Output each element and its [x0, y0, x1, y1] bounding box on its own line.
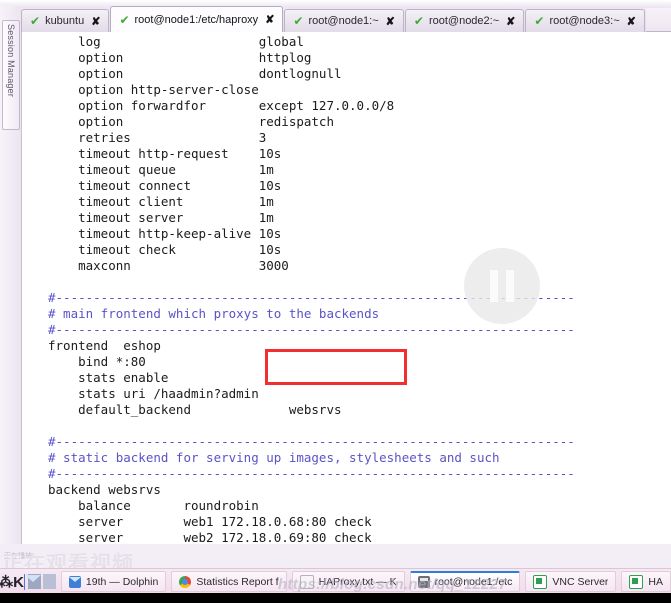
- tab-status-check-icon: ✔: [293, 14, 304, 28]
- terminal-view[interactable]: log global option httplog option dontlog…: [22, 32, 671, 544]
- taskbar-item-label: 19th — Dolphin: [85, 575, 159, 588]
- tab-close-icon[interactable]: ✘: [627, 15, 636, 28]
- vnc-icon: [533, 574, 548, 589]
- screen-bottom-border: [0, 593, 671, 603]
- terminal-tab-2[interactable]: ✔ root@node1:~ ✘: [284, 9, 404, 32]
- terminal-line: #---------------------------------------…: [48, 322, 575, 337]
- video-pause-overlay-icon[interactable]: [464, 248, 540, 324]
- terminal-line: option forwardfor except 127.0.0.0/8: [48, 98, 395, 113]
- terminal-line: server web1 172.18.0.68:80 check: [48, 514, 372, 529]
- terminal-line: # static backend for serving up images, …: [48, 450, 500, 465]
- session-manager-tab[interactable]: Session Manager: [2, 20, 20, 130]
- tab-bar: ✔ kubuntu ✘ ✔ root@node1:/etc/haproxy ✘ ✔ root@…: [21, 6, 671, 33]
- terminal-tab-1[interactable]: ✔ root@node1:/etc/haproxy ✘: [110, 6, 284, 32]
- tab-close-icon[interactable]: ✘: [91, 15, 100, 28]
- terminal-line: default_backend websrvs: [48, 402, 342, 417]
- terminal-line: timeout client 1m: [48, 194, 274, 209]
- taskbar-item-label: root@node1:/etc: [434, 576, 513, 588]
- terminal-line: timeout http-request 10s: [48, 146, 282, 161]
- tab-label: root@node1:/etc/haproxy: [134, 13, 259, 26]
- left-rail: Session Manager: [0, 6, 22, 544]
- terminal-line: timeout http-keep-alive 10s: [48, 226, 282, 241]
- terminal-line: retries 3: [48, 130, 267, 145]
- terminal-line: option httplog: [48, 50, 312, 65]
- terminal-line: #---------------------------------------…: [48, 466, 575, 481]
- chrome-icon: [179, 575, 192, 588]
- terminal-tab-4[interactable]: ✔ root@node3:~ ✘: [525, 9, 645, 32]
- red-highlight-annotation: [265, 349, 407, 385]
- terminal-line: timeout server 1m: [48, 210, 274, 225]
- tab-status-check-icon: ✔: [413, 14, 424, 28]
- folder-icon: [68, 575, 81, 588]
- mail-icon[interactable]: [24, 573, 40, 590]
- tab-status-check-icon: ✔: [119, 12, 130, 27]
- terminal-line: option dontlognull: [48, 66, 342, 81]
- terminal-icon: [417, 576, 430, 588]
- taskbar-item-label: VNC Server: [552, 575, 609, 588]
- tab-close-icon[interactable]: ✘: [265, 13, 274, 26]
- terminal-line: server web2 172.18.0.69:80 check: [48, 530, 372, 544]
- pager-desktop-2[interactable]: [42, 574, 56, 589]
- taskbar-item-4[interactable]: VNC Server: [525, 571, 617, 592]
- kde-menu-icon[interactable]: ⁂K: [0, 570, 24, 593]
- tab-bar-filler: [645, 8, 671, 32]
- tab-close-icon[interactable]: ✘: [506, 15, 515, 28]
- terminal-line: timeout connect 10s: [48, 178, 282, 193]
- text-file-icon: [299, 574, 314, 589]
- taskbar-item-1[interactable]: Statistics Report f: [171, 571, 287, 592]
- taskbar-item-label: HAProxy.txt — K: [318, 575, 397, 588]
- taskbar-item-3[interactable]: root@node1:/etc: [409, 571, 521, 592]
- taskbar-item-label: HA: [648, 575, 663, 588]
- terminal-line: option http-server-close: [48, 82, 259, 97]
- tab-label: root@node2:~: [428, 15, 500, 27]
- vnc-icon: [629, 574, 644, 589]
- taskbar-item-2[interactable]: HAProxy.txt — K: [291, 571, 405, 592]
- terminal-line: stats uri /haadmin?admin: [48, 386, 259, 401]
- pause-bar-left: [490, 270, 498, 302]
- terminal-line: backend websrvs: [48, 482, 161, 497]
- terminal-line: option redispatch: [48, 114, 334, 129]
- taskbar-item-label: Statistics Report f: [196, 575, 279, 588]
- terminal-line: timeout queue 1m: [48, 162, 274, 177]
- taskbar-item-0[interactable]: 19th — Dolphin: [60, 571, 167, 592]
- tab-close-icon[interactable]: ✘: [386, 15, 395, 28]
- terminal-line: log global: [48, 34, 304, 49]
- tab-status-check-icon: ✔: [30, 14, 41, 28]
- terminal-line: balance roundrobin: [48, 498, 259, 513]
- taskbar-item-5[interactable]: HA: [621, 571, 671, 592]
- session-manager-label: Session Manager: [6, 24, 16, 98]
- terminal-line: #---------------------------------------…: [48, 434, 575, 449]
- tab-label: root@node1:~: [308, 15, 379, 27]
- pause-bar-right: [506, 270, 514, 302]
- tab-label: kubuntu: [45, 15, 85, 27]
- tab-status-check-icon: ✔: [534, 14, 545, 28]
- taskbar: ⁂K 19th — Dolphin Statistics Report f HAPr…: [0, 568, 671, 594]
- tab-label: root@node3:~: [549, 15, 620, 27]
- terminal-tab-0[interactable]: ✔ kubuntu ✘: [21, 9, 110, 32]
- terminal-tab-3[interactable]: ✔ root@node2:~ ✘: [404, 9, 525, 32]
